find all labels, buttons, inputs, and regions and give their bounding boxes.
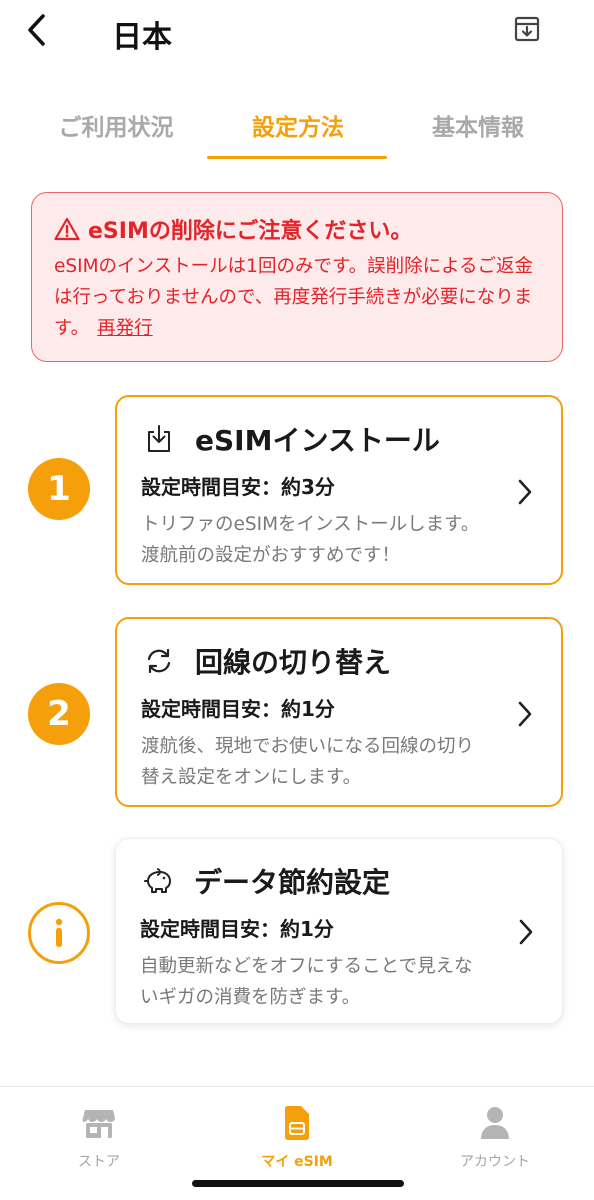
card-description: 自動更新などをオフにすることで見えないギガの消費を防ぎます。 <box>140 956 473 1008</box>
home-indicator <box>192 1180 404 1187</box>
card-description: 渡航後、現地でお使いになる回線の切り替え設定をオンにします。 <box>141 736 475 788</box>
card-title: データ節約設定 <box>194 866 391 899</box>
tab-basic-info[interactable]: 基本情報 <box>382 108 574 162</box>
tab-bar: ご利用状況 設定方法 基本情報 <box>0 108 594 162</box>
chevron-right-icon <box>515 699 535 729</box>
back-button[interactable] <box>20 12 52 48</box>
info-icon <box>55 918 63 947</box>
warning-body: eSIMのインストールは1回のみです。誤削除によるご返金は行っておりませんので、… <box>54 251 542 344</box>
card-title: eSIMインストール <box>195 424 440 457</box>
archive-button[interactable] <box>510 12 544 46</box>
nav-item-store[interactable]: ストア <box>0 1105 198 1171</box>
nav-item-account[interactable]: アカウント <box>396 1105 594 1171</box>
active-tab-indicator <box>207 156 387 159</box>
install-icon <box>141 421 177 457</box>
chevron-left-icon <box>28 14 45 46</box>
reissue-link[interactable]: 再発行 <box>97 318 153 339</box>
switch-line-card[interactable]: 回線の切り替え 設定時間目安：約1分 渡航後、現地でお使いになる回線の切り替え設… <box>115 617 563 807</box>
archive-icon <box>514 16 540 42</box>
store-icon <box>0 1105 198 1141</box>
app-header: 日本 <box>0 0 594 64</box>
tab-usage[interactable]: ご利用状況 <box>20 108 212 162</box>
nav-label: マイ eSIM <box>261 1154 333 1170</box>
warning-triangle-icon <box>54 217 80 241</box>
tab-setup[interactable]: 設定方法 <box>202 108 394 162</box>
setup-time: 設定時間目安：約1分 <box>141 697 335 721</box>
sim-card-icon <box>198 1105 396 1141</box>
warning-title: eSIMの削除にご注意ください。 <box>54 213 542 245</box>
piggy-bank-icon <box>140 863 176 899</box>
chevron-right-icon <box>516 917 536 947</box>
step-number-badge: 1 <box>28 458 90 520</box>
data-saving-card[interactable]: データ節約設定 設定時間目安：約1分 自動更新などをオフにすることで見えないギガ… <box>115 838 563 1024</box>
card-description: トリファのeSIMをインストールします。渡航前の設定がおすすめです！ <box>141 514 480 566</box>
person-icon <box>396 1105 594 1141</box>
step-number-badge: 2 <box>28 683 90 745</box>
setup-time: 設定時間目安：約3分 <box>141 475 335 499</box>
switch-line-icon <box>141 643 177 679</box>
nav-label: アカウント <box>460 1154 530 1170</box>
nav-item-my-esim[interactable]: マイ eSIM <box>198 1105 396 1171</box>
warning-title-text: eSIMの削除にご注意ください。 <box>88 219 413 244</box>
warning-box: eSIMの削除にご注意ください。 eSIMのインストールは1回のみです。誤削除に… <box>31 192 563 362</box>
esim-install-card[interactable]: eSIMインストール 設定時間目安：約3分 トリファのeSIMをインストールしま… <box>115 395 563 585</box>
setup-time: 設定時間目安：約1分 <box>140 917 334 941</box>
card-title: 回線の切り替え <box>195 646 392 679</box>
nav-label: ストア <box>78 1154 120 1170</box>
page-title: 日本 <box>112 20 172 55</box>
info-badge <box>28 902 90 964</box>
chevron-right-icon <box>515 477 535 507</box>
